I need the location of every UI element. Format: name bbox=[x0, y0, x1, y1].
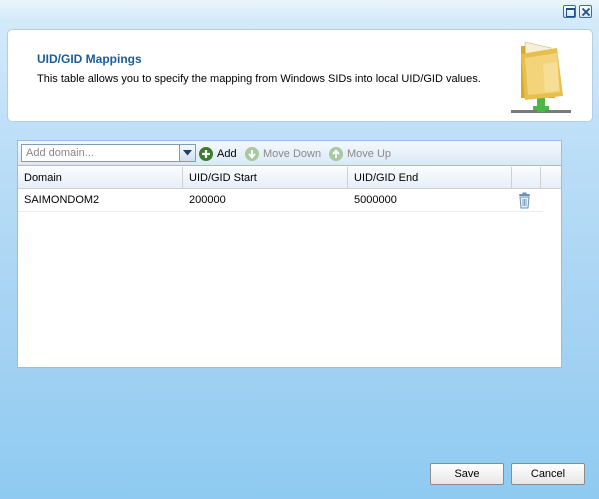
column-header-domain[interactable]: Domain bbox=[18, 167, 183, 189]
move-up-button[interactable]: Move Up bbox=[329, 145, 391, 162]
add-label: Add bbox=[217, 147, 237, 160]
grid-header: Domain UID/GID Start UID/GID End bbox=[18, 167, 561, 189]
add-button[interactable]: Add bbox=[199, 145, 237, 162]
mappings-panel: Add Move Down Move Up Domain UID/GID Sta… bbox=[17, 140, 562, 368]
maximize-button[interactable] bbox=[563, 5, 576, 18]
header-panel: UID/GID Mappings This table allows you t… bbox=[7, 29, 593, 122]
domain-dropdown-button[interactable] bbox=[179, 144, 196, 162]
domain-combobox[interactable] bbox=[21, 144, 196, 162]
chevron-down-icon bbox=[183, 150, 192, 156]
move-down-button[interactable]: Move Down bbox=[245, 145, 321, 162]
dialog-window: UID/GID Mappings This table allows you t… bbox=[0, 0, 599, 499]
cancel-button[interactable]: Cancel bbox=[511, 463, 585, 485]
page-description: This table allows you to specify the map… bbox=[37, 73, 481, 85]
cell-domain: SAIMONDOM2 bbox=[24, 194, 100, 206]
folder-icon bbox=[511, 41, 571, 113]
arrow-down-icon bbox=[245, 146, 259, 161]
close-button[interactable] bbox=[579, 5, 592, 18]
move-down-label: Move Down bbox=[263, 147, 322, 160]
close-icon bbox=[581, 7, 591, 17]
arrow-up-icon bbox=[329, 146, 343, 161]
move-up-label: Move Up bbox=[347, 147, 392, 160]
add-icon bbox=[199, 146, 213, 161]
trash-icon[interactable] bbox=[516, 192, 533, 209]
title-bar bbox=[0, 0, 599, 22]
table-row[interactable]: SAIMONDOM2 200000 5000000 bbox=[18, 189, 543, 212]
column-header-start[interactable]: UID/GID Start bbox=[183, 167, 348, 189]
domain-input[interactable] bbox=[22, 145, 178, 161]
cell-start: 200000 bbox=[189, 194, 226, 206]
save-button[interactable]: Save bbox=[430, 463, 504, 485]
column-header-actions bbox=[512, 167, 541, 189]
grid-toolbar: Add Move Down Move Up bbox=[18, 141, 561, 166]
cell-end: 5000000 bbox=[354, 194, 397, 206]
page-title: UID/GID Mappings bbox=[37, 52, 142, 66]
column-header-end[interactable]: UID/GID End bbox=[348, 167, 512, 189]
